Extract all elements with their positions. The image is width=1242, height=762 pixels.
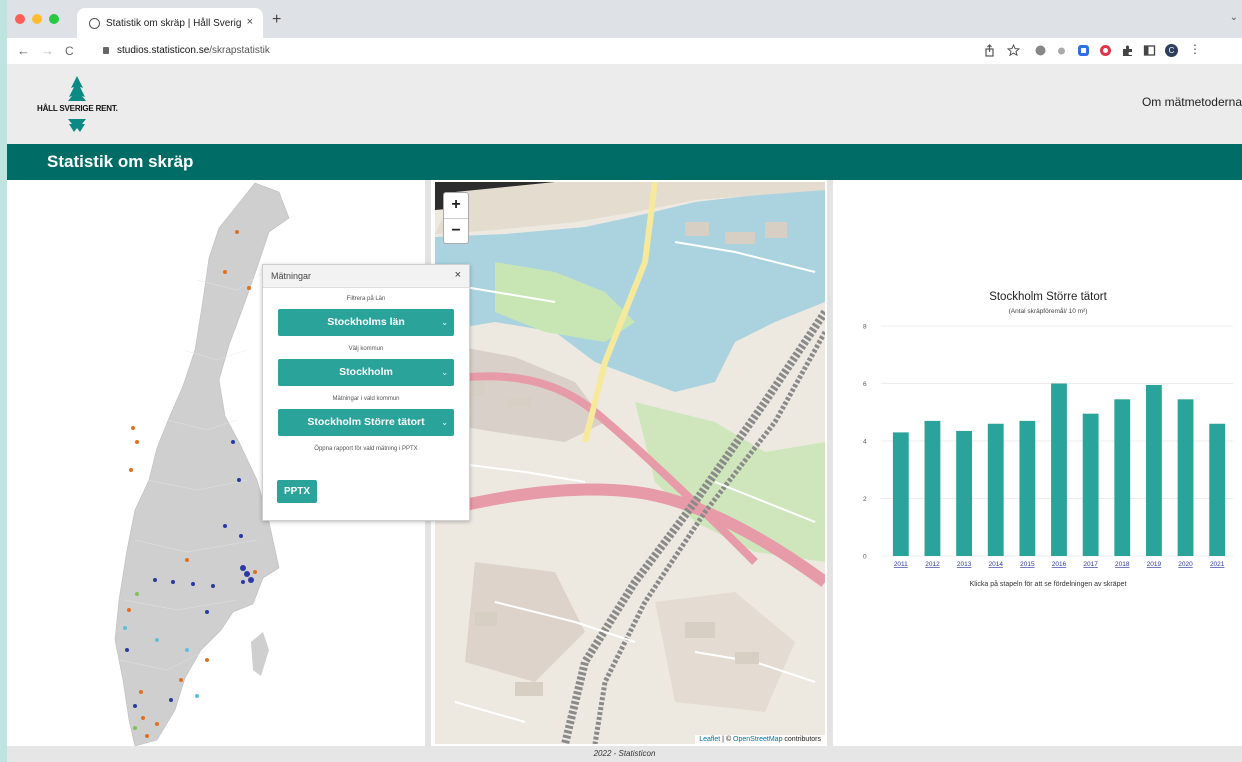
- street-map[interactable]: + − Leaflet | © OpenStreetMap contributo…: [435, 182, 825, 744]
- bar-2019[interactable]: [1146, 384, 1162, 556]
- site-header: HÅLL SVERIGE RENT. Om mätmetoderna: [7, 64, 1242, 144]
- chart-panel: Stockholm Större tätort (Antal skräpföre…: [835, 180, 1242, 746]
- map-attribution: Leaflet | © OpenStreetMap contributors: [695, 735, 825, 744]
- x-tick-label[interactable]: 2016: [1052, 561, 1067, 568]
- attribution-separator: | ©: [720, 736, 734, 743]
- globe-icon: [89, 17, 100, 29]
- page-title: Statistik om skräp: [47, 152, 194, 171]
- browser-menu-icon[interactable]: ⋮: [1189, 42, 1201, 56]
- nav-link-om-matmetoderna[interactable]: Om mätmetoderna: [1142, 95, 1242, 109]
- dialog-title: Mätningar: [263, 265, 469, 288]
- close-window-button[interactable]: [15, 14, 25, 24]
- matningar-dialog: Mätningar × Filtrera på Län Stockholms l…: [262, 264, 470, 521]
- x-tick-label[interactable]: 2018: [1115, 561, 1130, 568]
- url-field[interactable]: studios.statisticon.se/skrapstatistik: [103, 45, 270, 56]
- profile-avatar[interactable]: C: [1165, 44, 1178, 57]
- matning-select-value: Stockholm Större tätort: [307, 416, 425, 428]
- kommun-select[interactable]: Stockholm ⌄: [278, 359, 454, 386]
- lock-icon: [103, 47, 109, 54]
- street-map-tiles: [435, 182, 825, 744]
- extension-red-icon[interactable]: [1099, 44, 1112, 57]
- openstreetmap-link[interactable]: OpenStreetMap: [733, 736, 782, 743]
- bar-2016[interactable]: [1051, 383, 1067, 557]
- bookmark-star-icon[interactable]: [1007, 44, 1020, 57]
- x-tick-label[interactable]: 2014: [988, 561, 1003, 568]
- bar-2017[interactable]: [1082, 413, 1099, 556]
- attribution-tail: contributors: [782, 736, 821, 743]
- chevron-down-icon: ⌄: [441, 368, 448, 377]
- chart-title: Stockholm Större tätort: [989, 291, 1107, 303]
- kommun-label: Välj kommun: [348, 346, 384, 352]
- main-content: + − Leaflet | © OpenStreetMap contributo…: [7, 180, 1242, 747]
- hall-sverige-rent-logo[interactable]: HÅLL SVERIGE RENT.: [37, 74, 118, 136]
- bar-2021[interactable]: [1209, 423, 1226, 556]
- zoom-in-button[interactable]: +: [444, 193, 468, 219]
- zoom-out-button[interactable]: −: [444, 219, 468, 244]
- bar-chart: Stockholm Större tätort (Antal skräpföre…: [863, 291, 1233, 588]
- url-host: studios.statisticon.se: [117, 45, 210, 56]
- matning-label: Mätningar i vald kommun: [332, 396, 400, 402]
- minimize-window-button[interactable]: [32, 14, 42, 24]
- sidebar-panel-icon[interactable]: [1143, 44, 1156, 57]
- chevron-down-icon: ⌄: [441, 318, 448, 327]
- kommun-select-value: Stockholm: [339, 366, 393, 378]
- x-tick-label[interactable]: 2019: [1147, 561, 1162, 568]
- x-tick-label[interactable]: 2020: [1178, 561, 1193, 568]
- extension-blue-icon[interactable]: [1077, 44, 1090, 57]
- y-tick-label: 2: [863, 496, 867, 503]
- new-tab-button[interactable]: +: [272, 11, 281, 29]
- page-title-bar: Statistik om skräp: [7, 144, 1242, 180]
- map-zoom-control: + −: [443, 192, 469, 244]
- bar-2018[interactable]: [1114, 399, 1131, 556]
- close-tab-icon[interactable]: ×: [247, 16, 253, 28]
- y-tick-label: 8: [863, 324, 867, 331]
- share-icon[interactable]: [983, 44, 996, 57]
- page-footer: 2022 - Statisticon: [7, 746, 1242, 762]
- pptx-button[interactable]: PPTX: [277, 480, 317, 503]
- y-tick-label: 0: [863, 554, 867, 561]
- x-tick-label[interactable]: 2021: [1210, 561, 1225, 568]
- report-label: Öppna rapport för vald mätning i PPTX: [314, 446, 418, 452]
- y-tick-label: 6: [863, 381, 867, 388]
- tab-title: Statistik om skräp | Håll Sverig: [106, 17, 242, 29]
- browser-tab[interactable]: Statistik om skräp | Håll Sverig ×: [77, 8, 263, 38]
- bar-2012[interactable]: [924, 420, 941, 556]
- address-bar: ← → C studios.statisticon.se/skrapstatis…: [7, 38, 1242, 65]
- reload-button[interactable]: C: [65, 44, 74, 58]
- maximize-window-button[interactable]: [49, 14, 59, 24]
- tab-search-chevron-icon[interactable]: ⌄: [1230, 12, 1238, 23]
- x-tick-label[interactable]: 2015: [1020, 561, 1035, 568]
- tab-bar: Statistik om skräp | Håll Sverig × + ⌄: [7, 0, 1242, 38]
- dialog-close-icon[interactable]: ×: [455, 269, 461, 281]
- window-controls: [15, 14, 59, 24]
- url-path: /skrapstatistik: [209, 45, 270, 56]
- lan-select-value: Stockholms län: [327, 316, 405, 328]
- bar-2015[interactable]: [1019, 420, 1036, 556]
- chart-subtitle: (Antal skräpföremål/ 10 m²): [1009, 307, 1088, 315]
- extension-shield-icon[interactable]: [1034, 44, 1047, 57]
- x-tick-label[interactable]: 2013: [957, 561, 972, 568]
- leaflet-link[interactable]: Leaflet: [699, 736, 720, 743]
- x-tick-label[interactable]: 2011: [894, 561, 908, 568]
- forward-button[interactable]: →: [41, 43, 54, 58]
- logo-text: HÅLL SVERIGE RENT.: [37, 104, 118, 113]
- y-tick-label: 4: [863, 439, 867, 446]
- browser-window: Statistik om skräp | Håll Sverig × + ⌄ ←…: [7, 0, 1242, 762]
- panel-divider-right: [827, 180, 833, 746]
- filter-lan-label: Filtrera på Län: [346, 296, 386, 302]
- lan-select[interactable]: Stockholms län ⌄: [278, 309, 454, 336]
- chevron-down-icon: ⌄: [441, 418, 448, 427]
- matning-select[interactable]: Stockholm Större tätort ⌄: [278, 409, 454, 436]
- bar-2014[interactable]: [987, 423, 1004, 556]
- x-tick-label[interactable]: 2012: [925, 561, 940, 568]
- back-button[interactable]: ←: [17, 43, 30, 58]
- x-tick-label[interactable]: 2017: [1083, 561, 1098, 568]
- bar-2011[interactable]: [892, 432, 909, 556]
- extension-drop-icon[interactable]: [1055, 44, 1068, 57]
- puzzle-extensions-icon[interactable]: [1121, 44, 1134, 57]
- bar-2020[interactable]: [1177, 399, 1194, 556]
- chart-xlabel: Klicka på stapeln för att se fördelninge…: [970, 580, 1127, 588]
- bar-2013[interactable]: [956, 430, 972, 556]
